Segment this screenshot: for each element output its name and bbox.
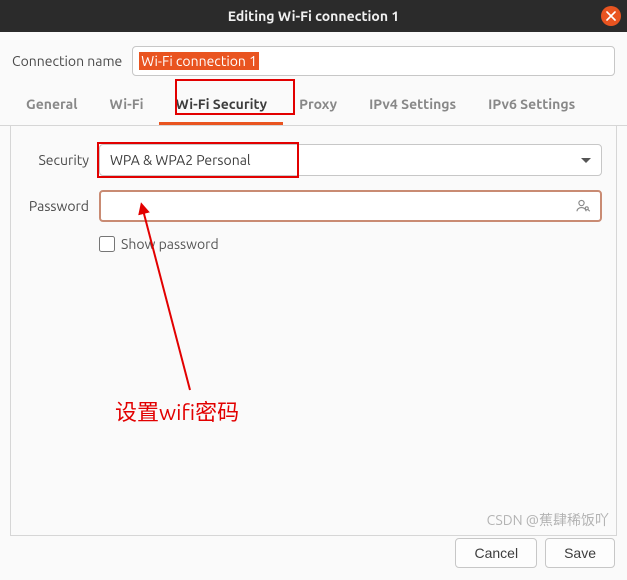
security-combobox[interactable]: WPA & WPA2 Personal [99,144,602,176]
tab-general[interactable]: General [10,86,94,125]
tab-ipv6[interactable]: IPv6 Settings [472,86,591,125]
security-value: WPA & WPA2 Personal [110,152,251,168]
security-row: Security WPA & WPA2 Personal [25,144,602,176]
button-bar: Cancel Save [455,538,615,568]
tab-ipv4[interactable]: IPv4 Settings [353,86,472,125]
show-password-row: Show password [99,236,602,252]
password-field-wrapper [99,190,602,222]
password-input[interactable] [109,198,574,214]
connection-name-label: Connection name [12,53,122,69]
tab-panel: Security WPA & WPA2 Personal Password Sh… [10,126,617,536]
connection-name-input[interactable]: Wi-Fi connection 1 [132,46,615,76]
tab-wifi-security[interactable]: Wi-Fi Security [159,86,283,125]
password-label: Password [25,198,89,214]
connection-name-row: Connection name Wi-Fi connection 1 [0,32,627,86]
window-title: Editing Wi-Fi connection 1 [228,8,400,24]
security-label: Security [25,152,89,168]
tab-wifi[interactable]: Wi-Fi [94,86,160,125]
close-button[interactable] [601,6,621,26]
chevron-down-icon [581,158,591,163]
titlebar: Editing Wi-Fi connection 1 [0,0,627,32]
tabs: General Wi-Fi Wi-Fi Security Proxy IPv4 … [0,86,627,126]
connection-name-value: Wi-Fi connection 1 [139,52,259,70]
close-icon [606,11,616,21]
show-password-label: Show password [121,236,219,252]
show-password-checkbox[interactable] [99,236,115,252]
cancel-button[interactable]: Cancel [455,538,537,568]
tab-proxy[interactable]: Proxy [283,86,353,125]
save-button[interactable]: Save [545,538,615,568]
user-icon[interactable] [574,197,592,215]
password-row: Password [25,190,602,222]
